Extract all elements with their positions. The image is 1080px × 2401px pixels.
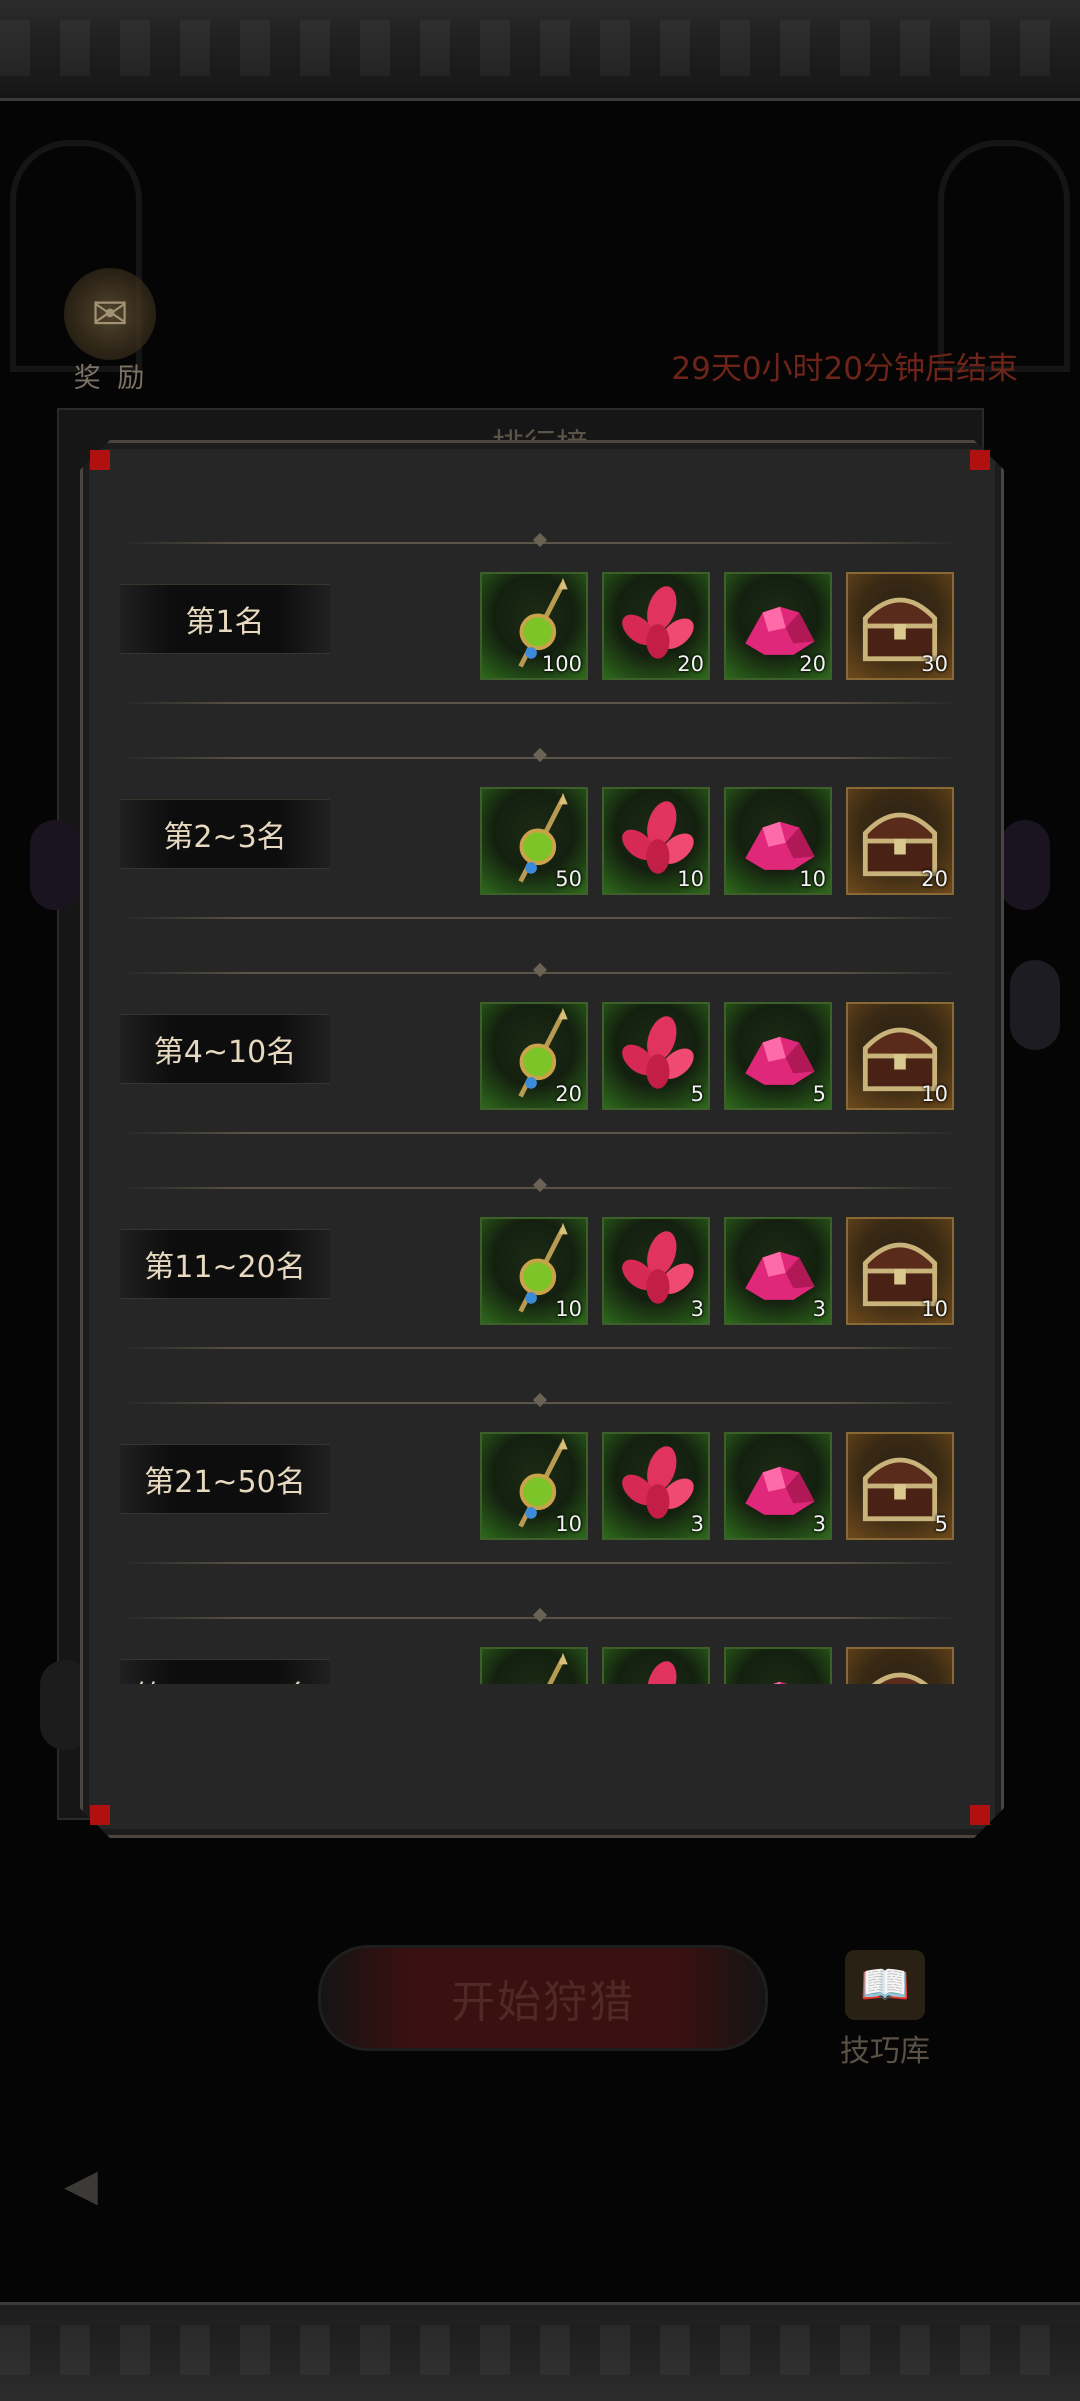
top-decorative-bar — [0, 0, 1080, 101]
rank-label-plate: 第1名 — [120, 584, 330, 654]
tips-library-button[interactable]: 📖 技巧库 — [820, 1950, 950, 2070]
row-divider — [120, 1187, 960, 1189]
rank-label: 第1名 — [185, 605, 265, 640]
reward-count: 10 — [799, 867, 826, 891]
row-divider — [120, 702, 960, 704]
row-divider — [120, 1562, 960, 1564]
rank-label-plate: 第4~10名 — [120, 1014, 330, 1084]
reward-count: 5 — [934, 1512, 948, 1536]
reward-scroll-icon: ✉ — [64, 268, 156, 360]
reward-item-slot[interactable] — [480, 1647, 588, 1684]
pink-petals-icon — [647, 1661, 677, 1684]
reward-item-slot[interactable]: 5 — [846, 1432, 954, 1540]
reward-item-slot[interactable]: 3 — [724, 1217, 832, 1325]
reward-count: 5 — [812, 1082, 826, 1106]
reward-item-slot[interactable]: 10 — [846, 1217, 954, 1325]
reward-item-slot[interactable]: 3 — [724, 1432, 832, 1540]
reward-item-slot[interactable]: 3 — [602, 1432, 710, 1540]
reward-count: 10 — [921, 1297, 948, 1321]
right-side-emblem — [1000, 820, 1050, 910]
reward-item-slot[interactable]: 20 — [724, 572, 832, 680]
reward-count: 3 — [690, 1297, 704, 1321]
reward-item-slot[interactable]: 10 — [846, 1002, 954, 1110]
reward-count: 20 — [677, 652, 704, 676]
reward-count: 20 — [921, 867, 948, 891]
tips-library-label: 技巧库 — [840, 2034, 930, 2069]
reward-item-slot[interactable] — [602, 1647, 710, 1684]
modal-corner-decoration — [90, 1805, 110, 1825]
reward-count: 3 — [812, 1512, 826, 1536]
row-divider — [120, 1347, 960, 1349]
start-hunt-button[interactable]: 开始狩猎 — [318, 1945, 768, 2051]
bottom-decorative-bar — [0, 2302, 1080, 2401]
reward-count: 10 — [555, 1297, 582, 1321]
reward-button[interactable]: ✉ 奖 励 — [56, 268, 166, 394]
rank-label: 第11~20名 — [144, 1250, 306, 1285]
rank-label-plate: 第2~3名 — [120, 799, 330, 869]
row-divider — [120, 1132, 960, 1134]
reward-count: 20 — [555, 1082, 582, 1106]
reward-item-slot[interactable]: 50 — [480, 787, 588, 895]
reward-item-slot[interactable]: 10 — [602, 787, 710, 895]
reward-count: 50 — [555, 867, 582, 891]
rank-label: 第2~3名 — [163, 820, 287, 855]
reward-label: 奖 励 — [73, 363, 149, 394]
row-divider — [120, 1402, 960, 1404]
reward-item-slot[interactable]: 10 — [724, 787, 832, 895]
event-countdown: 29天0小时20分钟后结束 — [671, 351, 1018, 387]
modal-corner-decoration — [970, 450, 990, 470]
rank-reward-row: 第11~20名 10 3 3 10 — [104, 1169, 976, 1384]
rank-reward-row: 第4~10名 20 5 5 10 — [104, 954, 976, 1169]
rank-reward-list[interactable]: 第1名 100 20 20 30 第2~3名 50 10 10 20 第4~10… — [104, 524, 976, 1684]
row-divider — [120, 757, 960, 759]
reward-count: 10 — [555, 1512, 582, 1536]
back-arrow-icon[interactable]: ◀ — [64, 2160, 154, 2220]
reward-count: 3 — [690, 1512, 704, 1536]
reward-item-slot[interactable]: 20 — [480, 1002, 588, 1110]
row-divider — [120, 542, 960, 544]
reward-item-slot[interactable]: 3 — [602, 1217, 710, 1325]
green-scepter-icon — [547, 1652, 568, 1684]
reward-item-slot[interactable] — [846, 1647, 954, 1684]
row-divider — [120, 1617, 960, 1619]
modal-corner-decoration — [90, 450, 110, 470]
reward-count: 100 — [541, 652, 582, 676]
rank-label: 第21~50名 — [144, 1465, 306, 1500]
rank-label: 第51~100名 — [135, 1672, 316, 1684]
rank-reward-row: 第21~50名 10 3 3 5 — [104, 1384, 976, 1599]
reward-item-slot[interactable]: 10 — [480, 1217, 588, 1325]
reward-item-slot[interactable]: 30 — [846, 572, 954, 680]
rank-reward-row: 第2~3名 50 10 10 20 — [104, 739, 976, 954]
reward-item-slot[interactable] — [724, 1647, 832, 1684]
right-side-avatar — [1010, 960, 1060, 1050]
reward-item-slot[interactable]: 20 — [846, 787, 954, 895]
reward-item-slot[interactable]: 10 — [480, 1432, 588, 1540]
treasure-chest-icon — [871, 1672, 929, 1684]
modal-corner-decoration — [970, 1805, 990, 1825]
reward-count: 30 — [921, 652, 948, 676]
rank-label: 第4~10名 — [153, 1035, 297, 1070]
rank-reward-row: 第51~100名 — [104, 1599, 976, 1684]
reward-item-slot[interactable]: 5 — [724, 1002, 832, 1110]
row-divider — [120, 917, 960, 919]
rank-label-plate: 第11~20名 — [120, 1229, 330, 1299]
reward-count: 10 — [677, 867, 704, 891]
reward-count: 20 — [799, 652, 826, 676]
row-divider — [120, 972, 960, 974]
left-side-emblem — [30, 820, 80, 910]
right-arch-decoration — [938, 140, 1070, 372]
reward-count: 5 — [690, 1082, 704, 1106]
book-icon: 📖 — [845, 1950, 925, 2020]
rank-reward-row: 第1名 100 20 20 30 — [104, 524, 976, 739]
pink-crystal-icon — [773, 1681, 788, 1684]
rank-label-plate: 第21~50名 — [120, 1444, 330, 1514]
rank-label-plate: 第51~100名 — [120, 1659, 330, 1684]
reward-count: 10 — [921, 1082, 948, 1106]
start-hunt-label: 开始狩猎 — [451, 1977, 635, 2028]
reward-count: 3 — [812, 1297, 826, 1321]
reward-item-slot[interactable]: 100 — [480, 572, 588, 680]
reward-item-slot[interactable]: 5 — [602, 1002, 710, 1110]
reward-item-slot[interactable]: 20 — [602, 572, 710, 680]
